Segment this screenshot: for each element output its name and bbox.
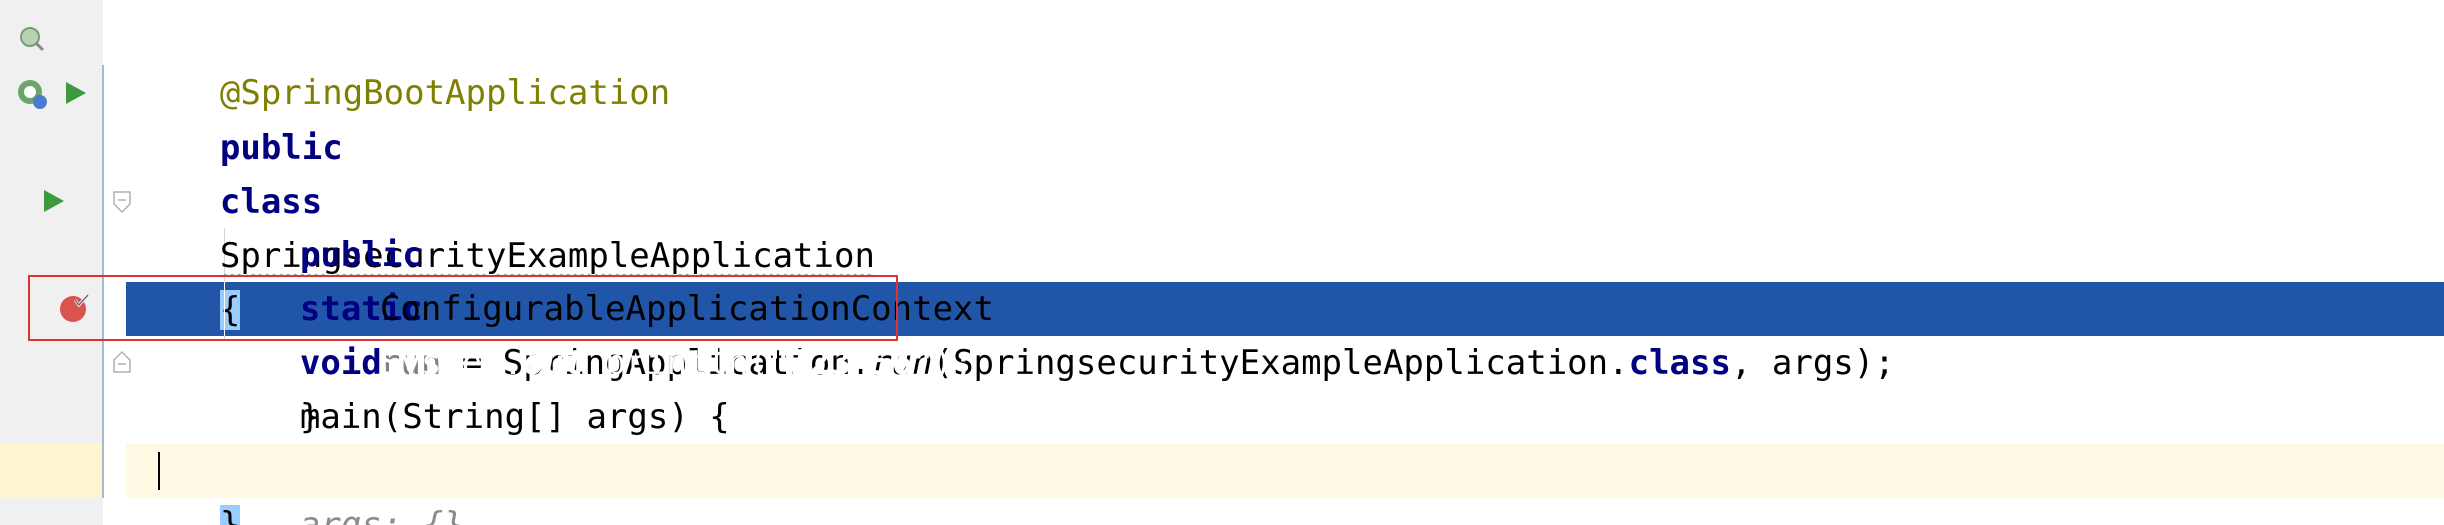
static-field: out [523, 343, 585, 383]
call-args: (SpringsecurityExampleApplication. [932, 343, 1629, 383]
gutter-caret-line [0, 444, 103, 498]
keyword-class: class [1628, 343, 1731, 383]
statement-end: ); [932, 343, 974, 383]
keyword-public: public [219, 128, 343, 168]
highlight-annotation-box [28, 275, 898, 341]
matched-closing-brace: } [219, 505, 241, 525]
run-arrow-icon[interactable] [60, 78, 90, 108]
code-line-5[interactable]: ConfigurableApplicationContext run = Spr… [298, 228, 1895, 383]
fold-close-marker[interactable] [112, 350, 132, 374]
method-call: .println( [584, 343, 769, 383]
fold-column [104, 0, 126, 525]
code-line-9[interactable]: } [138, 444, 241, 525]
spring-bean-icon[interactable] [12, 74, 52, 114]
text-caret [158, 452, 160, 490]
fold-open-marker[interactable] [112, 190, 132, 214]
system-class: System. [379, 343, 524, 383]
code-line-1[interactable]: @SpringBootApplication [138, 12, 670, 113]
code-line-7[interactable]: } [218, 336, 320, 437]
inline-debug-hint: args: {} [299, 505, 464, 525]
code-editor[interactable]: @SpringBootApplication public class Spri… [0, 0, 2444, 525]
code-line-2[interactable]: public class SpringsecurityExampleApplic… [138, 67, 875, 330]
run-main-icon[interactable] [38, 186, 68, 216]
method-signature: main(String[] args) { [299, 397, 730, 437]
closing-brace: } [299, 397, 321, 437]
call-tail: , args); [1730, 343, 1895, 383]
string-literal: "123456" [768, 343, 933, 383]
code-line-4[interactable]: public static void main(String[] args) {… [218, 174, 730, 525]
caret-line-highlight [0, 444, 2444, 498]
search-bean-icon[interactable] [14, 22, 48, 56]
